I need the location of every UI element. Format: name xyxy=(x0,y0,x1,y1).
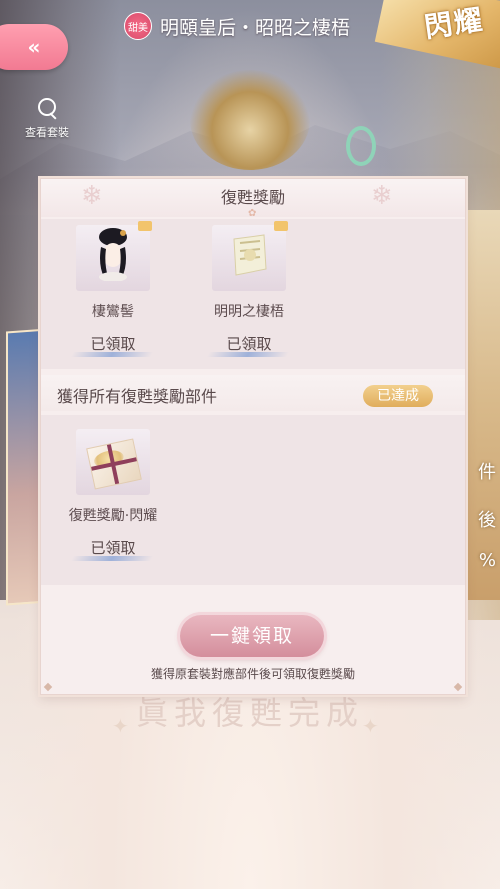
reward-item[interactable]: 明明之棲梧 已領取 xyxy=(189,221,309,357)
reward-item-name: 明明之棲梧 xyxy=(214,304,284,320)
snowflake-icon: ❄ xyxy=(371,181,393,211)
view-outfit-button[interactable]: 查看套裝 xyxy=(16,98,78,140)
search-icon xyxy=(36,98,58,120)
phoenix-crown-ornament xyxy=(190,70,310,170)
back-button[interactable]: « xyxy=(0,24,68,70)
flower-ornament-icon: ✿ xyxy=(248,208,257,219)
right-edge-text: 後 xyxy=(478,510,496,531)
snowflake-icon: ❄ xyxy=(81,181,103,211)
claimed-status: 已領取 xyxy=(68,333,158,357)
jade-pendant-ornament xyxy=(346,126,376,166)
quality-tag-badge: 甜美 xyxy=(124,12,152,40)
claimed-status: 已領取 xyxy=(204,333,294,357)
corner-ornament xyxy=(43,682,53,692)
achievement-bar: 獲得所有復甦獎勵部件 已達成 xyxy=(41,375,465,411)
item-corner-tag xyxy=(274,221,288,231)
reward-item-name: 棲鸞髻 xyxy=(92,304,134,320)
item-corner-tag xyxy=(138,221,152,231)
outfit-piece-icon xyxy=(233,234,267,276)
claimed-status: 已領取 xyxy=(68,537,158,561)
hairstyle-thumbnail xyxy=(76,221,152,291)
right-edge-text: 件 xyxy=(478,462,496,483)
dialog-title: 復甦獎勵 xyxy=(220,188,285,207)
reward-item[interactable]: 復甦獎勵·閃耀 已領取 xyxy=(53,429,173,561)
reward-items-section: 棲鸞髻 已領取 明明之棲梧 已領取 xyxy=(41,219,465,369)
outfit-piece-thumbnail xyxy=(212,221,288,291)
corner-ornament xyxy=(453,682,463,692)
achievement-title: 獲得所有復甦獎勵部件 xyxy=(57,387,218,406)
achieved-badge: 已達成 xyxy=(363,385,433,407)
claim-all-button[interactable]: 一鍵領取 xyxy=(180,615,324,657)
reward-item-name: 復甦獎勵·閃耀 xyxy=(68,508,158,524)
sparkle-icon: ✦ xyxy=(112,714,129,738)
view-outfit-label: 查看套裝 xyxy=(25,126,69,139)
hairstyle-icon xyxy=(99,228,127,281)
reward-item[interactable]: 棲鸞髻 已領取 xyxy=(53,221,173,357)
right-edge-text: % xyxy=(478,550,496,571)
achievement-reward-section: 復甦獎勵·閃耀 已領取 xyxy=(41,415,465,585)
gift-box-icon xyxy=(86,438,142,490)
claim-hint-text: 獲得原套裝對應部件後可領取復甦獎勵 xyxy=(150,667,355,681)
gift-box-thumbnail xyxy=(76,429,150,495)
outfit-title-bar: 甜美 明頤皇后・昭昭之棲梧 xyxy=(120,10,380,42)
sparkle-icon: ✦ xyxy=(362,714,379,738)
outfit-title: 明頤皇后・昭昭之棲梧 xyxy=(160,16,351,39)
revival-reward-dialog: 復甦獎勵 ❄ ❄ ✿ 棲鸞髻 已領取 明明之棲梧 已領取 獲得所有復甦獎勵部件 … xyxy=(40,178,466,695)
background-card-right: 件 後 % xyxy=(466,210,500,600)
double-chevron-left-icon: « xyxy=(27,35,41,59)
